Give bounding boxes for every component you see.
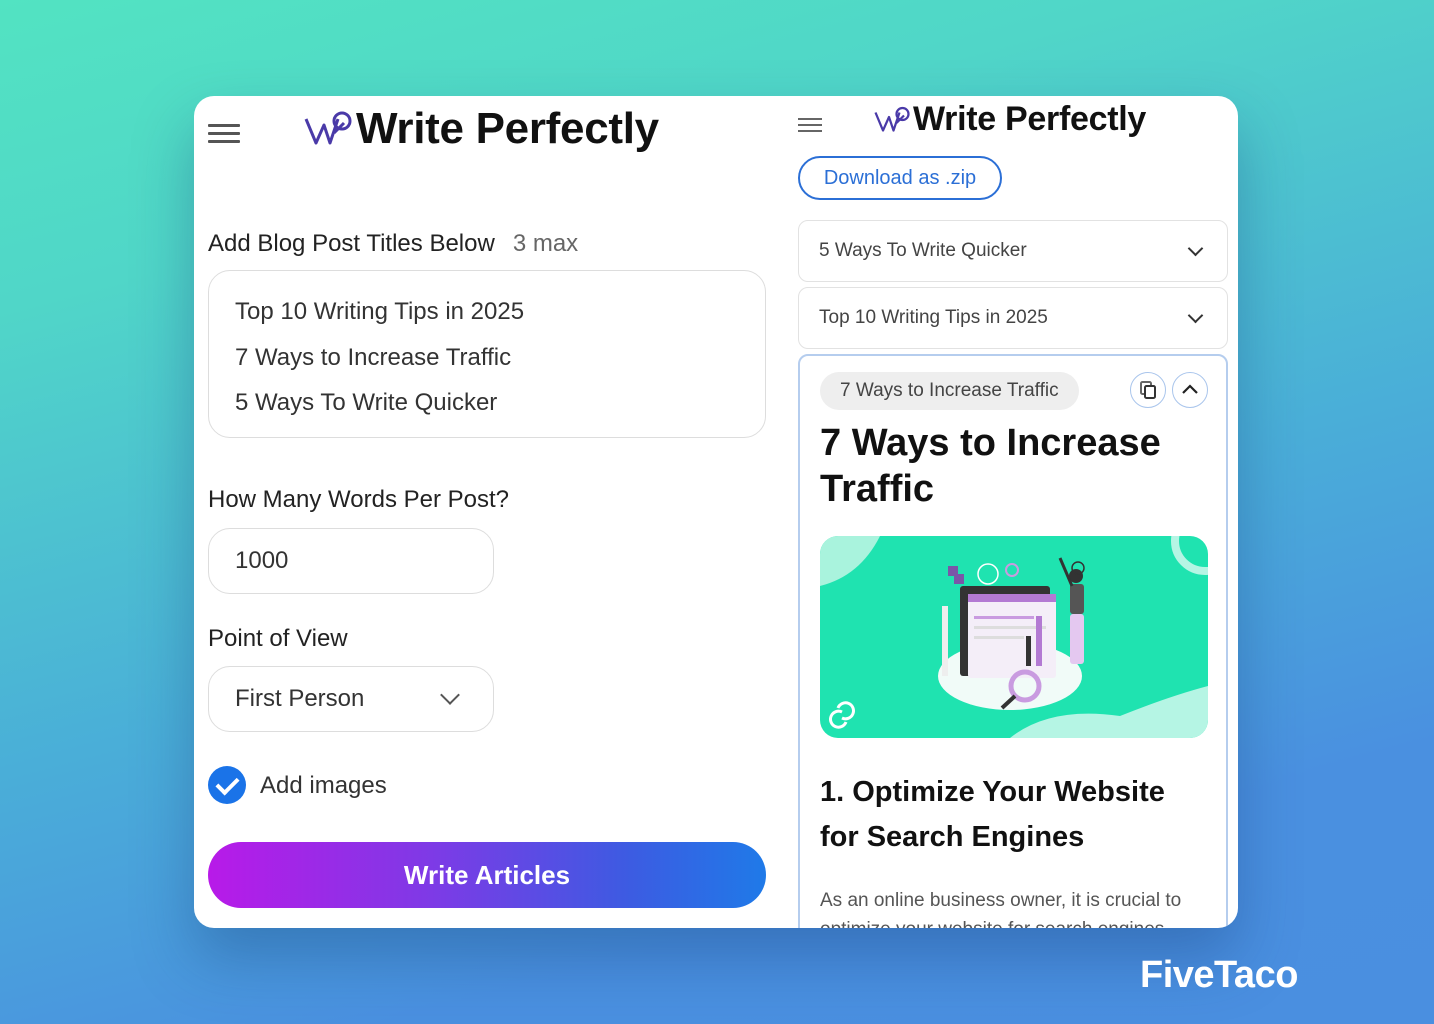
title-line: 7 Ways to Increase Traffic <box>235 343 512 371</box>
article-paragraph: As an online business owner, it is cruci… <box>820 890 1182 928</box>
titles-label: Add Blog Post Titles Below 3 max <box>208 230 579 257</box>
app-title: Write Perfectly <box>356 104 659 153</box>
write-perfectly-logo-icon <box>304 111 352 145</box>
form-panel: Write Perfectly Add Blog Post Titles Bel… <box>194 96 784 928</box>
expanded-article: 7 Ways to Increase Traffic 7 Ways to Inc… <box>798 354 1228 928</box>
menu-icon[interactable] <box>798 118 822 132</box>
app-card: Write Perfectly Add Blog Post Titles Bel… <box>194 96 1238 928</box>
write-perfectly-logo-icon <box>874 106 910 132</box>
collapse-button[interactable] <box>1172 372 1208 408</box>
article-chip: 7 Ways to Increase Traffic <box>820 372 1079 410</box>
add-images-label: Add images <box>260 772 387 799</box>
add-images-checkbox[interactable] <box>208 766 246 804</box>
words-input[interactable]: 1000 <box>208 528 494 594</box>
chevron-down-icon <box>1187 240 1204 256</box>
copy-icon <box>1140 381 1156 399</box>
article-hero-image <box>820 536 1208 738</box>
chevron-up-icon <box>1182 384 1198 394</box>
article-accordion[interactable]: 5 Ways To Write Quicker <box>798 220 1228 282</box>
chevron-down-icon <box>440 685 460 705</box>
title-line: Top 10 Writing Tips in 2025 <box>235 298 525 325</box>
fivetaco-watermark: FiveTaco <box>1140 954 1298 996</box>
write-articles-button[interactable]: Write Articles <box>208 842 766 908</box>
app-title: Write Perfectly <box>913 100 1146 138</box>
article-accordion[interactable]: Top 10 Writing Tips in 2025 <box>798 287 1228 349</box>
section-heading: 1. Optimize Your Website for Search Engi… <box>820 776 1165 853</box>
copy-button[interactable] <box>1130 372 1166 408</box>
download-zip-button[interactable]: Download as .zip <box>798 156 1002 200</box>
article-title: 7 Ways to Increase Traffic <box>820 422 1161 510</box>
seo-illustration <box>820 536 1208 738</box>
titles-textarea[interactable]: Top 10 Writing Tips in 2025 7 Ways to In… <box>208 270 766 438</box>
menu-icon[interactable] <box>208 124 240 144</box>
title-line: 5 Ways To Write Quicker <box>235 389 498 416</box>
words-label: How Many Words Per Post? <box>208 486 509 513</box>
logo: Write Perfectly <box>304 104 659 154</box>
chevron-down-icon <box>1187 307 1204 323</box>
titles-limit: 3 max <box>512 230 579 257</box>
pov-select[interactable]: First Person <box>208 666 494 732</box>
results-panel: Write Perfectly Download as .zip 5 Ways … <box>784 96 1238 928</box>
pov-label: Point of View <box>208 625 348 652</box>
logo: Write Perfectly <box>874 100 1146 139</box>
